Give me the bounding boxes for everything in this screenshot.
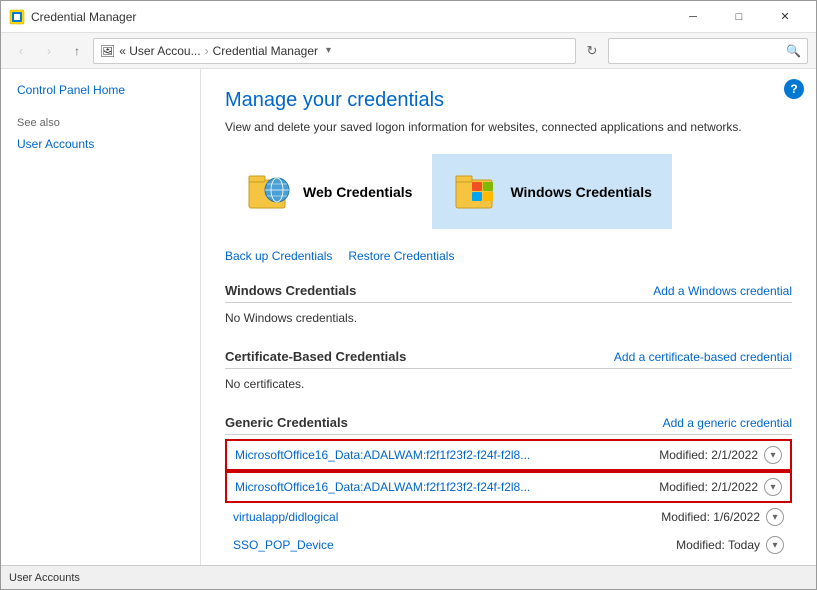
minimize-button[interactable]: ─ — [670, 1, 716, 33]
search-bar: 🔍 — [608, 38, 808, 64]
section-header: Certificate-Based Credentials Add a certi… — [225, 349, 792, 369]
titlebar: Credential Manager ─ □ ✕ — [1, 1, 816, 33]
statusbar: User Accounts — [1, 565, 816, 589]
restore-credentials-link[interactable]: Restore Credentials — [348, 249, 454, 263]
modified-date: Modified: 2/1/2022 — [659, 448, 758, 462]
sidebar-item-control-panel-home[interactable]: Control Panel Home — [1, 79, 200, 101]
window: Credential Manager ─ □ ✕ ‹ › ↑ 🖼 « User … — [0, 0, 817, 590]
credential-section: Windows Credentials Add a Windows credent… — [225, 283, 792, 333]
credential-name: virtualapp/didlogical — [233, 510, 661, 524]
web-credentials-tab[interactable]: Web Credentials — [225, 154, 432, 229]
backup-credentials-link[interactable]: Back up Credentials — [225, 249, 332, 263]
refresh-button[interactable]: ↻ — [580, 39, 604, 63]
credential-row[interactable]: MicrosoftOffice16_Data:ADALWAM:f2f1f23f2… — [225, 471, 792, 503]
page-subtitle: View and delete your saved logon informa… — [225, 120, 792, 134]
credential-section: Certificate-Based Credentials Add a certi… — [225, 349, 792, 399]
windows-credentials-icon — [452, 166, 500, 217]
expand-chevron-icon[interactable]: ▾ — [766, 536, 784, 554]
credential-row[interactable]: SSO_POP_DeviceModified: Today ▾ — [225, 531, 792, 559]
app-icon — [9, 9, 25, 25]
section-title: Windows Credentials — [225, 283, 356, 298]
credential-row[interactable]: virtualapp/didlogicalModified: 1/6/2022 ▾ — [225, 503, 792, 531]
modified-date: Modified: 2/1/2022 — [659, 480, 758, 494]
credential-section: Generic Credentials Add a generic credent… — [225, 415, 792, 559]
page-title: Manage your credentials — [225, 89, 792, 112]
credential-modified: Modified: Today ▾ — [676, 536, 784, 554]
section-title: Certificate-Based Credentials — [225, 349, 406, 364]
credential-row[interactable]: MicrosoftOffice16_Data:ADALWAM:f2f1f23f2… — [225, 439, 792, 471]
maximize-button[interactable]: □ — [716, 1, 762, 33]
credential-name: SSO_POP_Device — [233, 538, 676, 552]
windows-credentials-tab[interactable]: Windows Credentials — [432, 154, 671, 229]
statusbar-label: User Accounts — [9, 572, 80, 584]
window-controls: ─ □ ✕ — [670, 1, 808, 33]
expand-chevron-icon[interactable]: ▾ — [764, 446, 782, 464]
help-button[interactable]: ? — [784, 79, 804, 99]
section-empty-text: No certificates. — [225, 373, 792, 399]
windows-credentials-label: Windows Credentials — [510, 184, 651, 200]
forward-button[interactable]: › — [37, 39, 61, 63]
action-links-row: Back up Credentials Restore Credentials — [225, 249, 792, 263]
breadcrumb-dropdown-icon[interactable]: ▾ — [326, 45, 331, 56]
section-add-action[interactable]: Add a generic credential — [663, 416, 792, 430]
web-credentials-label: Web Credentials — [303, 184, 412, 200]
section-header: Windows Credentials Add a Windows credent… — [225, 283, 792, 303]
section-title: Generic Credentials — [225, 415, 348, 430]
section-empty-text: No Windows credentials. — [225, 307, 792, 333]
back-button[interactable]: ‹ — [9, 39, 33, 63]
content-area: ? Manage your credentials View and delet… — [201, 69, 816, 565]
main-area: Control Panel Home See also User Account… — [1, 69, 816, 565]
breadcrumb-link: « User Accou... — [119, 44, 200, 58]
close-button[interactable]: ✕ — [762, 1, 808, 33]
expand-chevron-icon[interactable]: ▾ — [764, 478, 782, 496]
credential-modified: Modified: 2/1/2022 ▾ — [659, 446, 782, 464]
expand-chevron-icon[interactable]: ▾ — [766, 508, 784, 526]
addressbar: ‹ › ↑ 🖼 « User Accou... › Credential Man… — [1, 33, 816, 69]
breadcrumb-current: Credential Manager — [213, 44, 318, 58]
modified-date: Modified: 1/6/2022 — [661, 510, 760, 524]
window-title: Credential Manager — [31, 10, 670, 24]
search-input[interactable] — [615, 44, 786, 58]
up-button[interactable]: ↑ — [65, 39, 89, 63]
sections-container: Windows Credentials Add a Windows credent… — [225, 283, 792, 559]
section-add-action[interactable]: Add a Windows credential — [653, 284, 792, 298]
credential-modified: Modified: 1/6/2022 ▾ — [661, 508, 784, 526]
breadcrumb-icon: 🖼 — [100, 44, 115, 58]
sidebar-item-user-accounts[interactable]: User Accounts — [1, 133, 200, 155]
breadcrumb-bar[interactable]: 🖼 « User Accou... › Credential Manager ▾ — [93, 38, 576, 64]
modified-date: Modified: Today — [676, 538, 760, 552]
section-add-action[interactable]: Add a certificate-based credential — [614, 350, 792, 364]
sidebar: Control Panel Home See also User Account… — [1, 69, 201, 565]
sidebar-see-also-label: See also — [1, 101, 200, 133]
credential-modified: Modified: 2/1/2022 ▾ — [659, 478, 782, 496]
credential-name: MicrosoftOffice16_Data:ADALWAM:f2f1f23f2… — [235, 448, 659, 462]
credential-type-tabs: Web Credentials — [225, 154, 792, 229]
web-credentials-icon — [245, 166, 293, 217]
credential-name: MicrosoftOffice16_Data:ADALWAM:f2f1f23f2… — [235, 480, 659, 494]
section-header: Generic Credentials Add a generic credent… — [225, 415, 792, 435]
search-icon[interactable]: 🔍 — [786, 44, 801, 58]
breadcrumb-separator: › — [205, 44, 209, 58]
